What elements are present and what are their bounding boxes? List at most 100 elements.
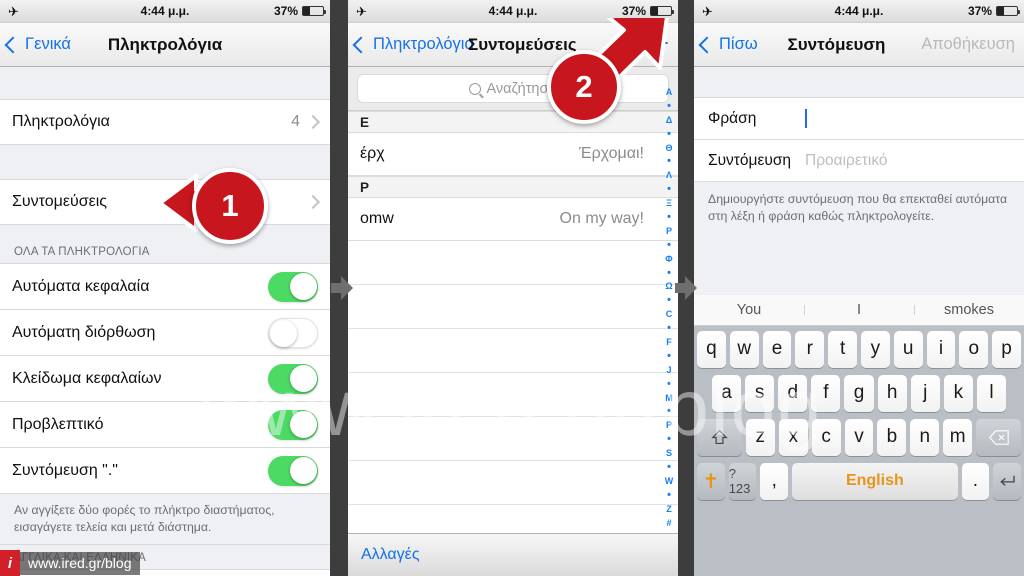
index-dot[interactable]: •: [667, 267, 671, 278]
space-key[interactable]: English: [792, 462, 958, 500]
switch-row[interactable]: Προβλεπτικό: [0, 402, 330, 448]
index-letter-P[interactable]: P: [666, 421, 672, 430]
switch-row[interactable]: Συντόμευση ".": [0, 448, 330, 494]
shortcut-row[interactable]: έρχ Έρχομαι!: [348, 133, 678, 176]
index-letter-M[interactable]: M: [665, 393, 673, 403]
key-b[interactable]: b: [877, 418, 907, 456]
key-c[interactable]: c: [811, 418, 841, 456]
index-dot[interactable]: •: [667, 184, 671, 195]
key-v[interactable]: v: [844, 418, 874, 456]
section-index-strip[interactable]: A • Δ • Θ • Λ • Ξ • Ρ • Φ • Ω • C • F • J • M • P • S • W • Z #: [661, 88, 677, 528]
index-letter-Λ[interactable]: Λ: [666, 171, 672, 180]
key-j[interactable]: j: [910, 374, 940, 412]
key-g[interactable]: g: [844, 374, 874, 412]
bottom-toolbar: Αλλαγές: [348, 533, 678, 576]
index-dot[interactable]: •: [667, 128, 671, 139]
index-letter-Θ[interactable]: Θ: [665, 143, 672, 153]
back-button-label: Πληκτρολόγια: [373, 35, 474, 53]
nav-bar-panel1: Γενικά Πληκτρολόγια: [0, 23, 330, 67]
return-key[interactable]: [993, 462, 1021, 500]
key-s[interactable]: s: [745, 374, 775, 412]
index-dot[interactable]: •: [667, 434, 671, 445]
keyboard-row-1: qwertyuiop: [697, 330, 1021, 368]
row-keyboards[interactable]: Πληκτρολόγια 4: [0, 99, 330, 145]
index-dot[interactable]: •: [667, 378, 671, 389]
key-x[interactable]: x: [778, 418, 808, 456]
index-letter-Ρ[interactable]: Ρ: [666, 226, 672, 236]
index-dot[interactable]: •: [667, 323, 671, 334]
auto-correction-toggle[interactable]: [268, 317, 318, 348]
key-f[interactable]: f: [811, 374, 841, 412]
index-dot[interactable]: •: [667, 239, 671, 250]
key-n[interactable]: n: [910, 418, 940, 456]
save-button[interactable]: Αποθήκευση: [921, 35, 1015, 54]
switch-label: Αυτόματα κεφαλαία: [12, 277, 150, 295]
index-letter-Ω[interactable]: Ω: [665, 282, 672, 291]
on-screen-keyboard: qwertyuiop asdfghjkl zxcvbnm ✝ ?123 , En…: [694, 325, 1024, 576]
key-k[interactable]: k: [943, 374, 973, 412]
switch-row[interactable]: Κλείδωμα κεφαλαίων: [0, 356, 330, 402]
key-w[interactable]: w: [729, 330, 759, 368]
index-letter-Δ[interactable]: Δ: [666, 115, 672, 125]
phrase-field-row[interactable]: Φράση: [694, 98, 1024, 140]
key-o[interactable]: o: [959, 330, 989, 368]
key-t[interactable]: t: [828, 330, 857, 368]
key-l[interactable]: l: [976, 374, 1006, 412]
index-dot[interactable]: •: [667, 212, 671, 223]
index-letter-F[interactable]: F: [666, 338, 672, 347]
index-letter-W[interactable]: W: [665, 476, 674, 486]
edit-button[interactable]: Αλλαγές: [361, 546, 420, 564]
index-letter-Z[interactable]: Z: [666, 504, 672, 514]
index-letter-Φ[interactable]: Φ: [665, 254, 672, 264]
period-shortcut-toggle[interactable]: [268, 455, 318, 486]
key-a[interactable]: a: [712, 374, 742, 412]
callout-number-1: 1: [221, 188, 239, 223]
index-letter-Ξ[interactable]: Ξ: [666, 199, 672, 208]
period-key[interactable]: .: [961, 462, 990, 500]
key-y[interactable]: y: [861, 330, 890, 368]
switch-label: Συντόμευση ".": [12, 461, 118, 479]
predictive-toggle[interactable]: [268, 409, 318, 440]
shift-key[interactable]: [697, 418, 742, 456]
prediction-candidate-2[interactable]: I: [804, 302, 914, 318]
key-h[interactable]: h: [877, 374, 907, 412]
shortcut-field-row[interactable]: Συντόμευση Προαιρετικό: [694, 140, 1024, 182]
back-button-keyboards[interactable]: Πληκτρολόγια: [352, 35, 474, 54]
index-letter-J[interactable]: J: [666, 365, 671, 375]
index-dot[interactable]: •: [667, 156, 671, 167]
swype-key[interactable]: ✝: [697, 462, 725, 500]
key-q[interactable]: q: [697, 330, 726, 368]
key-u[interactable]: u: [893, 330, 923, 368]
index-letter-C[interactable]: C: [666, 310, 673, 319]
key-z[interactable]: z: [745, 418, 775, 456]
auto-capitalization-toggle[interactable]: [268, 271, 318, 302]
caps-lock-toggle[interactable]: [268, 363, 318, 394]
key-d[interactable]: d: [778, 374, 808, 412]
key-p[interactable]: p: [992, 330, 1021, 368]
key-m[interactable]: m: [943, 418, 973, 456]
switch-row[interactable]: Αυτόματη διόρθωση: [0, 310, 330, 356]
index-letter-#[interactable]: #: [666, 518, 671, 528]
switch-row[interactable]: Αυτόματα κεφαλαία: [0, 264, 330, 310]
back-button-general[interactable]: Γενικά: [4, 35, 71, 54]
index-dot[interactable]: •: [667, 295, 671, 306]
back-button-label: Πίσω: [719, 35, 758, 53]
shortcut-row[interactable]: omw On my way!: [348, 198, 678, 241]
index-dot[interactable]: •: [667, 406, 671, 417]
comma-key[interactable]: ,: [760, 462, 789, 500]
key-i[interactable]: i: [926, 330, 956, 368]
index-letter-S[interactable]: S: [666, 449, 672, 458]
prediction-candidate-1[interactable]: You: [694, 302, 804, 318]
shortcut-key: έρχ: [360, 145, 385, 162]
key-r[interactable]: r: [795, 330, 825, 368]
index-dot[interactable]: •: [667, 489, 671, 500]
back-button-label: Γενικά: [25, 35, 71, 53]
index-dot[interactable]: •: [667, 350, 671, 361]
backspace-key[interactable]: [976, 418, 1021, 456]
key-e[interactable]: e: [762, 330, 792, 368]
watermark-url: www.ired.gr/blog: [20, 551, 140, 575]
index-dot[interactable]: •: [667, 462, 671, 473]
prediction-candidate-3[interactable]: smokes: [914, 302, 1024, 318]
back-button-shortcuts[interactable]: Πίσω: [698, 35, 758, 54]
numeric-key[interactable]: ?123: [728, 462, 757, 500]
